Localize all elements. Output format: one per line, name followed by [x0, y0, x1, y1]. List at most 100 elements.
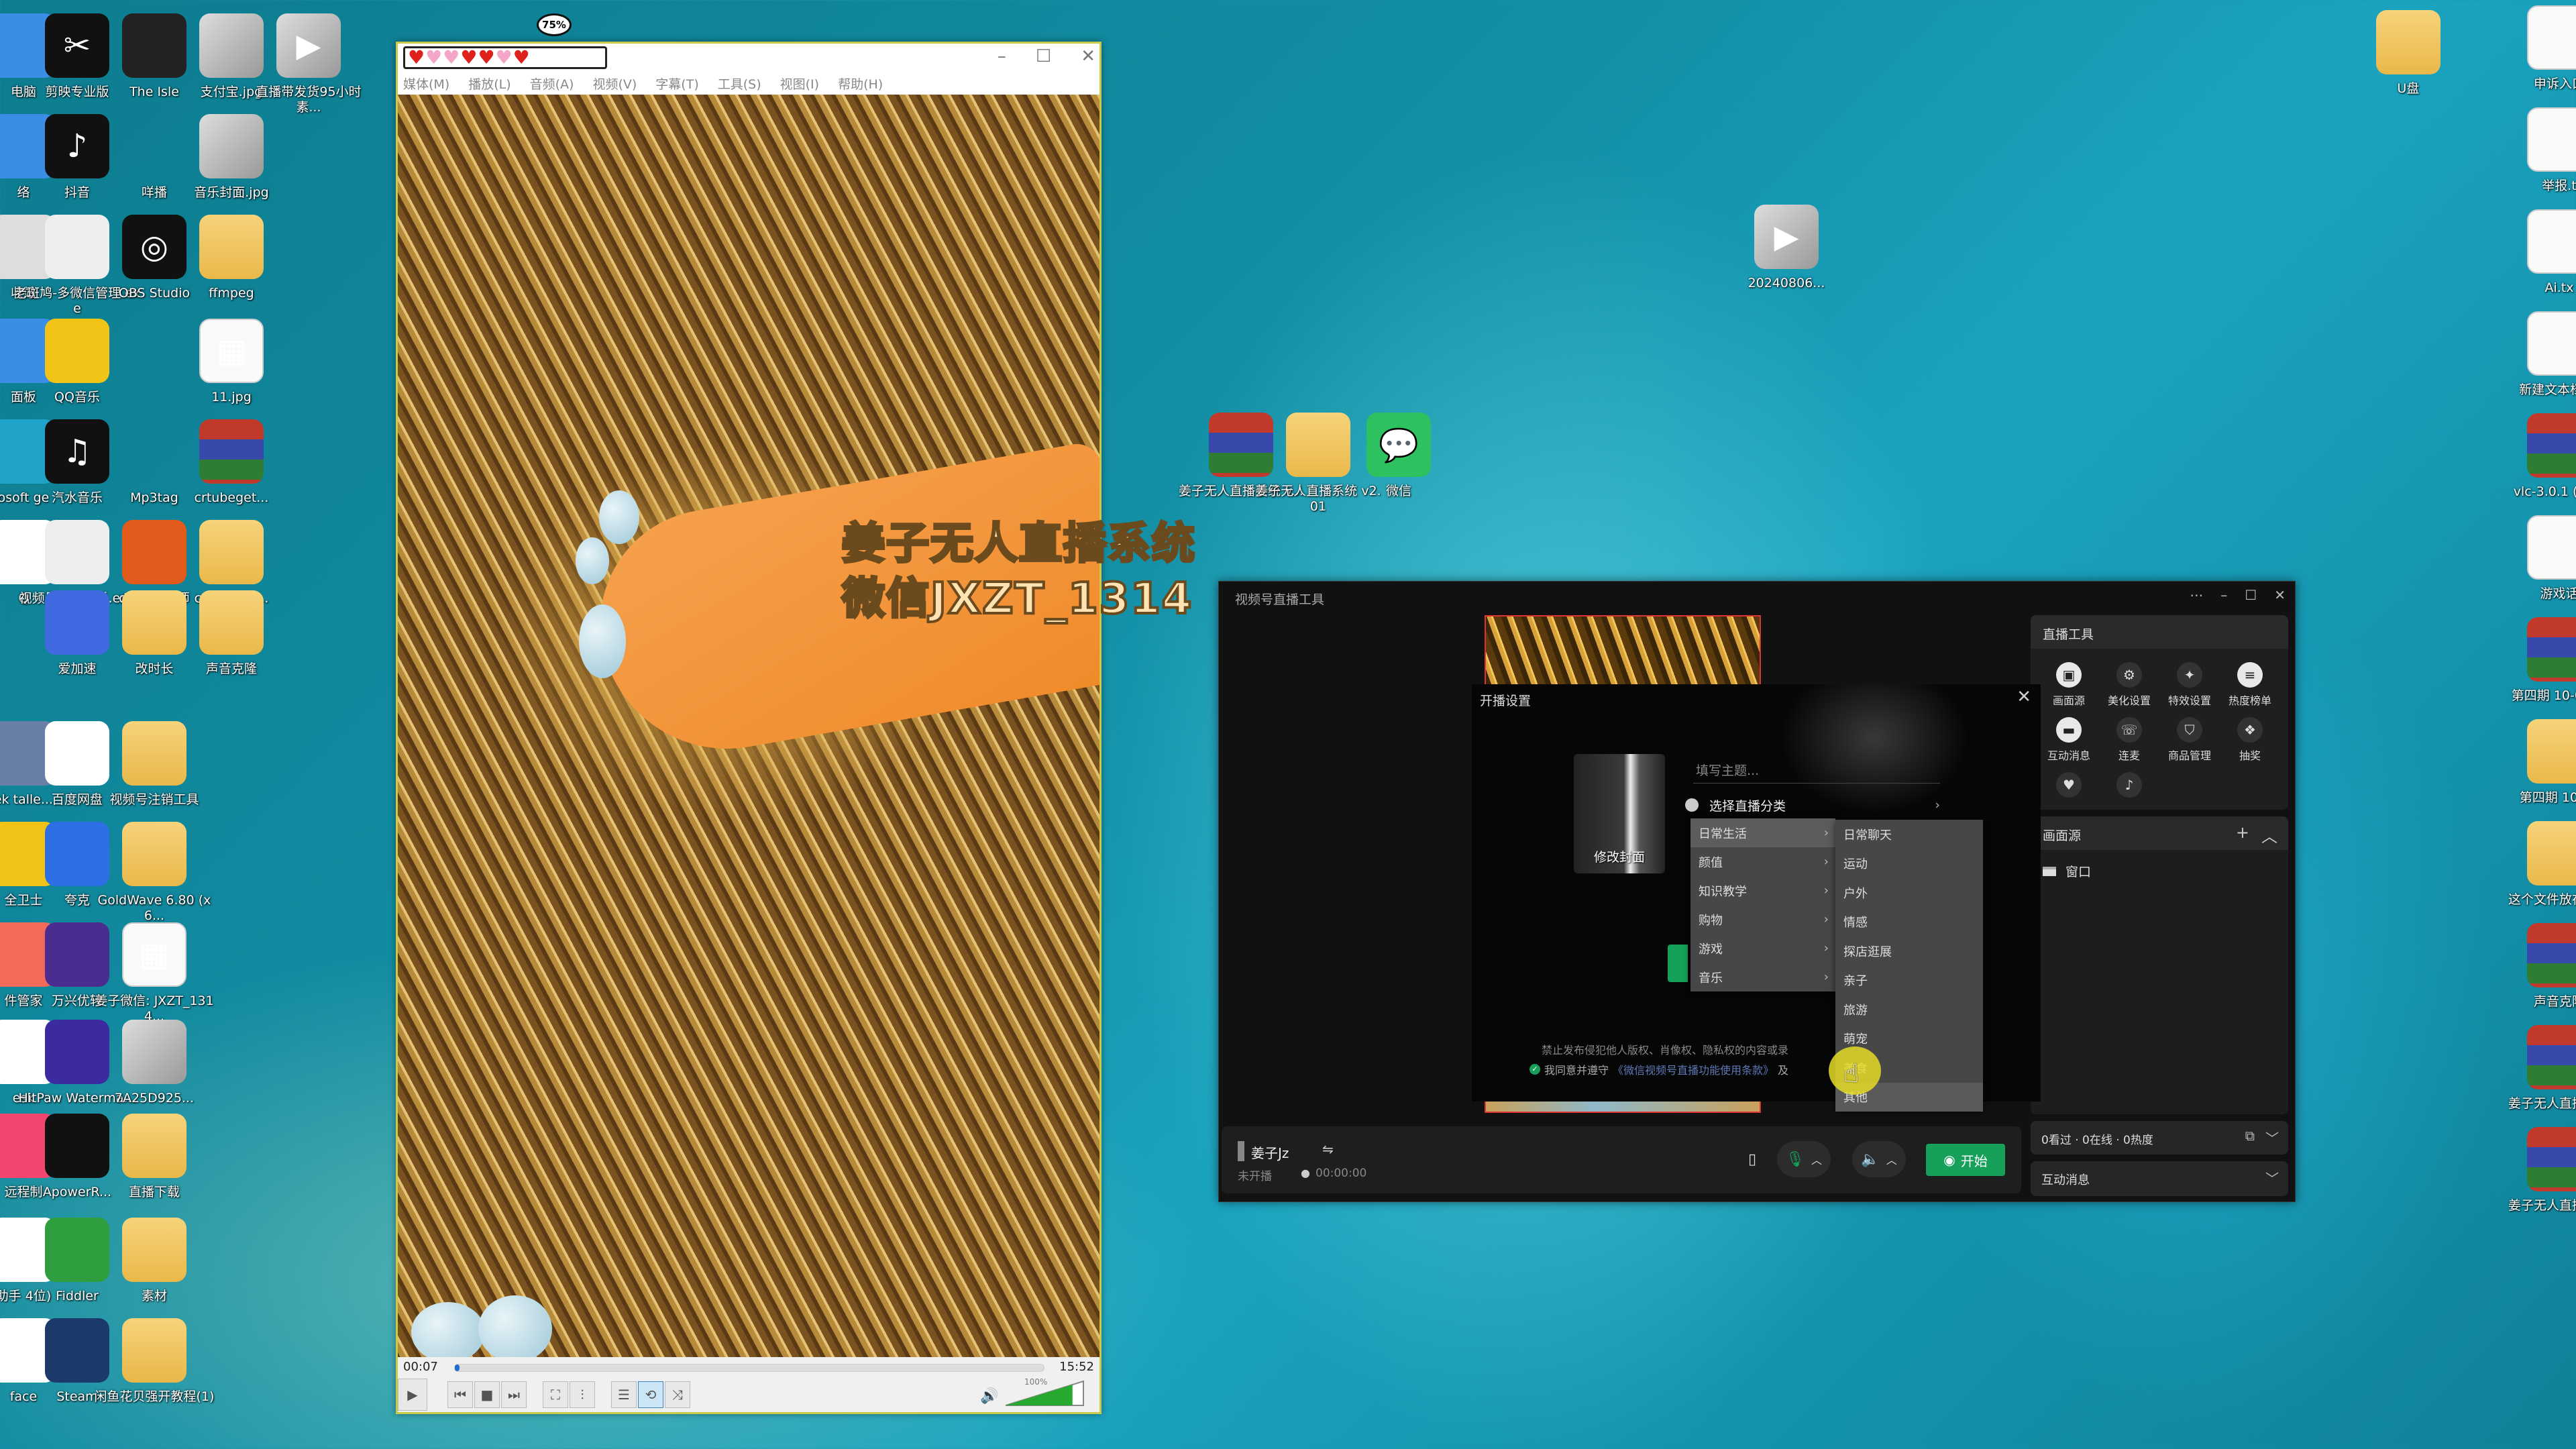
desktop-icon[interactable]: ▦ 11.jpg: [168, 319, 295, 405]
maximize-icon[interactable]: ☐: [1036, 46, 1051, 66]
category-menu-item[interactable]: 颜值 ›: [1690, 847, 1835, 876]
category-menu-item[interactable]: 日常生活 ›: [1690, 818, 1835, 847]
player-menu-item[interactable]: 媒体(M): [403, 74, 449, 93]
play-button[interactable]: ▶: [398, 1379, 427, 1411]
subcategory-menu-item[interactable]: 旅游: [1835, 995, 1983, 1024]
tool-microphone-song[interactable]: ♪: [2099, 772, 2159, 798]
terms-link[interactable]: 《微信视频号直播功能使用条款》: [1613, 1061, 1774, 1077]
subcategory-menu-item[interactable]: 情感: [1835, 908, 1983, 937]
tool-screen-source[interactable]: ▣ 画面源: [2039, 662, 2099, 708]
next-button[interactable]: ⏭: [501, 1381, 527, 1408]
playlist-button[interactable]: ☰: [611, 1381, 637, 1408]
player-menu-item[interactable]: 工具(S): [718, 74, 761, 93]
desktop-icon[interactable]: ▶ 直播带发货95小时素...: [245, 13, 372, 115]
stop-button[interactable]: ■: [474, 1381, 500, 1408]
phone-orientation-icon[interactable]: ▯: [1742, 1141, 1762, 1177]
desktop-icon[interactable]: 第四期 10-07: [2496, 719, 2576, 806]
player-menu-item[interactable]: 字幕(T): [655, 74, 698, 93]
loop-button[interactable]: ⟲: [638, 1381, 663, 1408]
tool-effects[interactable]: ✦ 特效设置: [2159, 662, 2220, 708]
speaker-button[interactable]: 🔈 ︿: [1852, 1141, 1906, 1177]
desktop-icon[interactable]: Ai.tx: [2496, 209, 2576, 296]
tool-lottery[interactable]: ❖ 抽奖: [2220, 717, 2280, 763]
category-menu-item[interactable]: 游戏 ›: [1690, 934, 1835, 963]
player-menu-item[interactable]: 视图(I): [780, 74, 819, 93]
stats-panel[interactable]: 0看过 · 0在线 · 0热度 ⧉ ﹀: [2031, 1121, 2288, 1155]
desktop-icon[interactable]: 姜子无人直播系统: [2496, 1025, 2576, 1112]
messages-panel[interactable]: 互动消息 ﹀: [2031, 1161, 2288, 1196]
extended-settings-button[interactable]: ⫶: [570, 1381, 595, 1408]
category-menu-item[interactable]: 知识教学 ›: [1690, 876, 1835, 905]
volume-slider[interactable]: 🔊 100%: [980, 1377, 1086, 1407]
maximize-icon[interactable]: ☐: [2245, 587, 2257, 603]
desktop-icon[interactable]: 申诉入口: [2496, 5, 2576, 92]
category-menu-item[interactable]: 音乐 ›: [1690, 963, 1835, 991]
popout-icon[interactable]: ⧉: [2245, 1128, 2255, 1147]
stream-preview[interactable]: [1485, 615, 1761, 686]
close-icon[interactable]: ✕: [2274, 587, 2286, 603]
desktop-icon[interactable]: 举报.t: [2496, 107, 2576, 194]
tool-ranking-list[interactable]: ≡ 热度榜单: [2220, 662, 2280, 708]
tool-heart-gift[interactable]: ♥: [2039, 772, 2099, 798]
desktop-icon[interactable]: ▦ 姜子微信: JXZT_1314...: [91, 922, 218, 1024]
speaker-icon[interactable]: 🔊: [980, 1388, 998, 1405]
tool-messages[interactable]: ▬ 互动消息: [2039, 717, 2099, 763]
desktop-icon[interactable]: 视频号注销工具: [91, 721, 218, 808]
desktop-icon[interactable]: 闲鱼花贝强开教程(1): [91, 1318, 218, 1405]
previous-button[interactable]: ⏮: [447, 1381, 473, 1408]
subcategory-menu-item[interactable]: 户外: [1835, 878, 1983, 908]
cover-image[interactable]: 修改封面: [1574, 754, 1665, 873]
more-icon[interactable]: ⋯: [2190, 587, 2203, 603]
minimize-icon[interactable]: –: [2220, 587, 2227, 603]
desktop-icon[interactable]: 游戏话: [2496, 515, 2576, 602]
collapse-icon[interactable]: ︿: [2261, 823, 2277, 847]
desktop-icon[interactable]: 姜子无人直播系统: [2496, 1127, 2576, 1214]
tool-product-bag[interactable]: ⛉ 商品管理: [2159, 717, 2220, 763]
shuffle-button[interactable]: ⤨: [665, 1381, 690, 1408]
desktop-icon[interactable]: U盘: [2345, 10, 2472, 97]
desktop-icon[interactable]: 声音克隆: [2496, 923, 2576, 1010]
subcategory-menu-item[interactable]: 探店逛展: [1835, 936, 1983, 966]
seek-bar[interactable]: [454, 1364, 1044, 1372]
chevron-down-icon[interactable]: ﹀: [2265, 1168, 2279, 1187]
subcategory-menu-item[interactable]: 亲子: [1835, 966, 1983, 996]
confirm-button-partial[interactable]: [1668, 945, 1688, 982]
close-icon[interactable]: ✕: [2017, 687, 2031, 707]
desktop-icon[interactable]: ▶ 20240806...: [1723, 205, 1850, 291]
desktop-icon[interactable]: 声音克隆: [168, 590, 295, 677]
desktop-icon[interactable]: ffmpeg: [168, 215, 295, 301]
tool-co-host-call[interactable]: ☏ 连麦: [2099, 717, 2159, 763]
desktop-icon[interactable]: 直播下载: [91, 1114, 218, 1200]
desktop-icon[interactable]: 💬 微信: [1335, 413, 1462, 499]
subcategory-menu-item[interactable]: 运动: [1835, 849, 1983, 879]
desktop-icon[interactable]: 7A25D925...: [91, 1020, 218, 1106]
close-icon[interactable]: ✕: [1081, 46, 1095, 66]
category-menu-item[interactable]: 购物 ›: [1690, 905, 1835, 934]
desktop-icon[interactable]: 音乐封面.jpg: [168, 114, 295, 201]
subcategory-menu-item[interactable]: 日常聊天: [1835, 820, 1983, 849]
switch-account-icon[interactable]: ⇋: [1322, 1141, 1334, 1157]
desktop-icon[interactable]: 素材: [91, 1218, 218, 1304]
desktop-icon[interactable]: GoldWave 6.80 (x6...: [91, 822, 218, 924]
fullscreen-button[interactable]: ⛶: [543, 1381, 568, 1408]
agree-checkbox[interactable]: ✓: [1529, 1064, 1540, 1075]
desktop-icon[interactable]: 新建文本档.tx: [2496, 311, 2576, 398]
desktop-icon[interactable]: crtubeget...: [168, 419, 295, 506]
player-menu-item[interactable]: 播放(L): [468, 74, 511, 93]
desktop-icon[interactable]: 第四期 10-0763: [2496, 617, 2576, 704]
desktop-icon[interactable]: 这个文件放在桌面: [2496, 821, 2576, 908]
chevron-down-icon[interactable]: ﹀: [2265, 1128, 2279, 1147]
player-menu-item[interactable]: 视频(V): [592, 74, 637, 93]
tool-beauty-settings[interactable]: ⚙ 美化设置: [2099, 662, 2159, 708]
minimize-icon[interactable]: –: [998, 46, 1006, 66]
add-source-icon[interactable]: +: [2236, 823, 2249, 847]
source-item-window[interactable]: 窗口: [2031, 850, 2288, 892]
video-area[interactable]: [398, 95, 1099, 1361]
player-menu-item[interactable]: 帮助(H): [838, 74, 883, 93]
start-live-button[interactable]: ◉ 开始: [1926, 1144, 2005, 1176]
desktop-icon[interactable]: QQ音乐: [13, 319, 141, 405]
desktop-icon[interactable]: vlc-3.0.1 (3).zi: [2496, 413, 2576, 500]
category-selector[interactable]: 选择直播分类 ›: [1685, 793, 1940, 817]
player-menu-item[interactable]: 音频(A): [530, 74, 574, 93]
microphone-button[interactable]: 🎙 ︿: [1777, 1141, 1831, 1177]
